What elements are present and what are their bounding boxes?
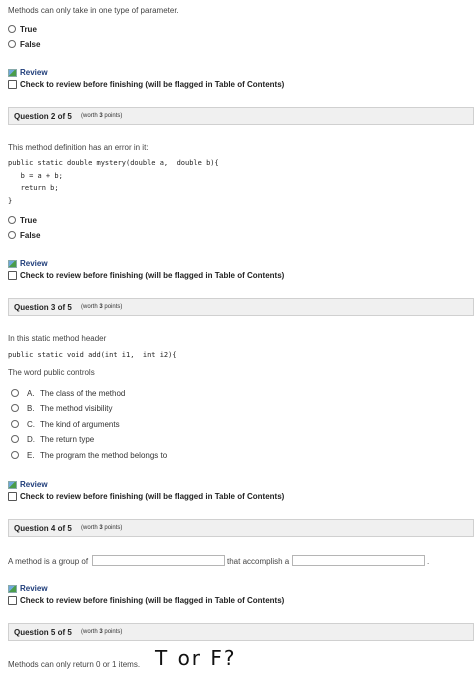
q3-worth: (worth 3 points) [81, 304, 123, 310]
q3-choice-d-text: The return type [40, 435, 95, 444]
q2-worth: (worth 3 points) [81, 113, 123, 119]
q3-header: Question 3 of 5 (worth 3 points) [8, 298, 474, 316]
q3-choice-a-text: The class of the method [40, 389, 126, 398]
q1-option-true: True [20, 25, 37, 34]
q1-prompt: Methods can only take in one type of par… [8, 6, 179, 15]
q3-code: public static void add(int i1, int i2){ [8, 351, 177, 359]
q1-review-check-label: Check to review before finishing (will b… [20, 80, 285, 89]
q1-review-checkbox[interactable] [8, 80, 17, 89]
handwritten-annotation: T or F? [155, 646, 237, 670]
q2-radio-false[interactable] [8, 231, 16, 239]
q2-prompt: This method definition has an error in i… [8, 143, 149, 152]
q2-code-line-4: } [8, 197, 13, 205]
q3-choice-e-text: The program the method belongs to [40, 451, 168, 460]
q3-review-label: Review [20, 480, 48, 489]
q3-radio-d[interactable] [11, 435, 19, 443]
q4-prompt-part2: that accomplish a [227, 557, 290, 566]
q1-radio-false[interactable] [8, 40, 16, 48]
q3-choice-c-letter: C. [27, 420, 35, 429]
q4-title: Question 4 of 5 [14, 524, 72, 533]
q2-review-checkbox[interactable] [8, 271, 17, 280]
q4-worth: (worth 3 points) [81, 525, 123, 531]
q3-choice-c-text: The kind of arguments [40, 420, 120, 429]
q4-blank-2[interactable] [292, 555, 425, 566]
review-icon [8, 481, 17, 489]
q4-prompt-part1: A method is a group of [8, 557, 89, 566]
q2-code-line-2: b = a + b; [8, 172, 63, 180]
q3-radio-e[interactable] [11, 451, 19, 459]
q3-review-checkbox[interactable] [8, 492, 17, 501]
review-icon [8, 69, 17, 77]
q3-choice-d-letter: D. [27, 435, 35, 444]
q3-prompt: In this static method header [8, 334, 107, 343]
q3-radio-b[interactable] [11, 404, 19, 412]
q1-review-label: Review [20, 68, 48, 77]
q3-radio-a[interactable] [11, 389, 19, 397]
review-icon [8, 585, 17, 593]
q2-option-true: True [20, 216, 37, 225]
q3-prompt-2: The word public controls [8, 368, 95, 377]
q2-radio-true[interactable] [8, 216, 16, 224]
q2-review-label: Review [20, 259, 48, 268]
q3-choice-b-letter: B. [27, 404, 35, 413]
q3-choice-e-letter: E. [27, 451, 35, 460]
q2-option-false: False [20, 231, 41, 240]
q4-prompt-end: . [427, 557, 430, 566]
q5-worth: (worth 3 points) [81, 629, 123, 635]
q2-title: Question 2 of 5 [14, 112, 72, 121]
q2-code-line-1: public static double mystery(double a, d… [8, 159, 219, 167]
q3-choice-b-text: The method visibility [40, 404, 113, 413]
q3-choice-a-letter: A. [27, 389, 35, 398]
q5-prompt: Methods can only return 0 or 1 items. [8, 660, 141, 669]
q4-header: Question 4 of 5 (worth 3 points) [8, 519, 474, 537]
q4-review-checkbox[interactable] [8, 596, 17, 605]
q3-review-check-label: Check to review before finishing (will b… [20, 492, 285, 501]
q2-review-check-label: Check to review before finishing (will b… [20, 271, 285, 280]
q2-code-line-3: return b; [8, 184, 59, 192]
review-icon [8, 260, 17, 268]
q1-option-false: False [20, 40, 41, 49]
q3-title: Question 3 of 5 [14, 303, 72, 312]
q3-radio-c[interactable] [11, 420, 19, 428]
q2-header: Question 2 of 5 (worth 3 points) [8, 107, 474, 125]
q4-review-label: Review [20, 584, 48, 593]
q4-review-check-label: Check to review before finishing (will b… [20, 596, 285, 605]
q4-blank-1[interactable] [92, 555, 225, 566]
q1-radio-true[interactable] [8, 25, 16, 33]
q5-header: Question 5 of 5 (worth 3 points) [8, 623, 474, 641]
q5-title: Question 5 of 5 [14, 628, 72, 637]
